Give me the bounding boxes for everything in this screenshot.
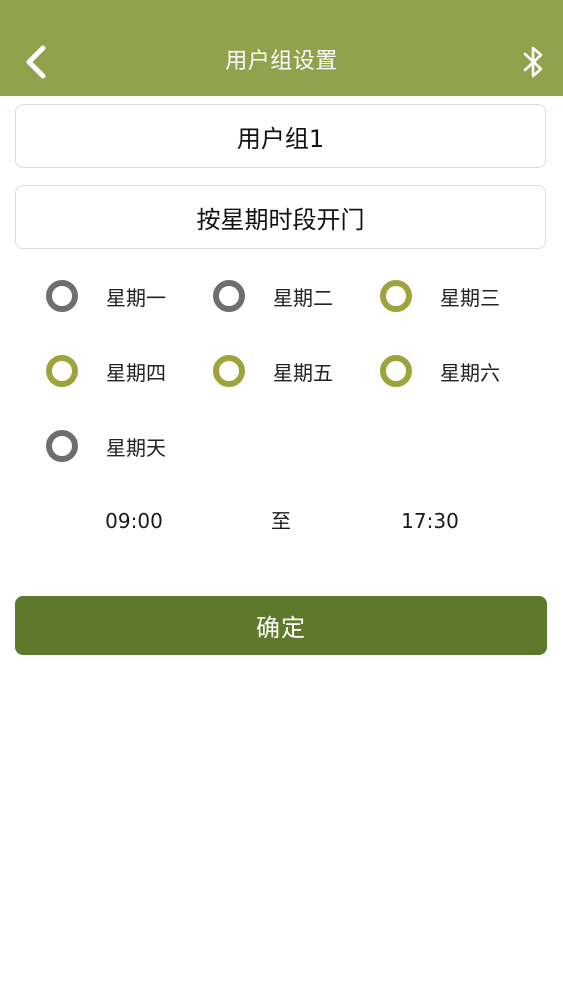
- access-mode-value: 按星期时段开门: [196, 205, 365, 234]
- day-label: 星期一: [106, 285, 166, 310]
- radio-button[interactable]: [213, 355, 245, 387]
- time-range-separator: 至: [271, 509, 291, 533]
- confirm-button[interactable]: 确定: [15, 596, 547, 655]
- day-label: 星期五: [273, 360, 333, 385]
- day-label: 星期天: [106, 435, 166, 460]
- day-label: 星期六: [440, 360, 500, 385]
- day-option-friday[interactable]: 星期五: [213, 351, 333, 391]
- bluetooth-button[interactable]: [517, 42, 551, 82]
- end-time-picker[interactable]: 17:30: [380, 504, 480, 538]
- page-title: 用户组设置: [225, 49, 338, 74]
- top-navigation-bar: 用户组设置: [0, 0, 563, 96]
- radio-button[interactable]: [46, 280, 78, 312]
- access-mode-selector[interactable]: 按星期时段开门: [15, 185, 546, 249]
- day-option-saturday[interactable]: 星期六: [380, 351, 500, 391]
- radio-button[interactable]: [380, 355, 412, 387]
- group-name-value: 用户组1: [236, 124, 325, 153]
- day-option-wednesday[interactable]: 星期三: [380, 276, 500, 316]
- radio-button[interactable]: [380, 280, 412, 312]
- radio-button[interactable]: [46, 355, 78, 387]
- start-time-picker[interactable]: 09:00: [84, 504, 184, 538]
- bluetooth-icon: [523, 46, 543, 78]
- day-option-sunday[interactable]: 星期天: [46, 426, 166, 466]
- day-option-thursday[interactable]: 星期四: [46, 351, 166, 391]
- day-option-tuesday[interactable]: 星期二: [213, 276, 333, 316]
- day-option-monday[interactable]: 星期一: [46, 276, 166, 316]
- day-label: 星期四: [106, 360, 166, 385]
- day-label: 星期二: [273, 285, 333, 310]
- group-name-field[interactable]: 用户组1: [15, 104, 546, 168]
- radio-button[interactable]: [46, 430, 78, 462]
- radio-button[interactable]: [213, 280, 245, 312]
- day-label: 星期三: [440, 285, 500, 310]
